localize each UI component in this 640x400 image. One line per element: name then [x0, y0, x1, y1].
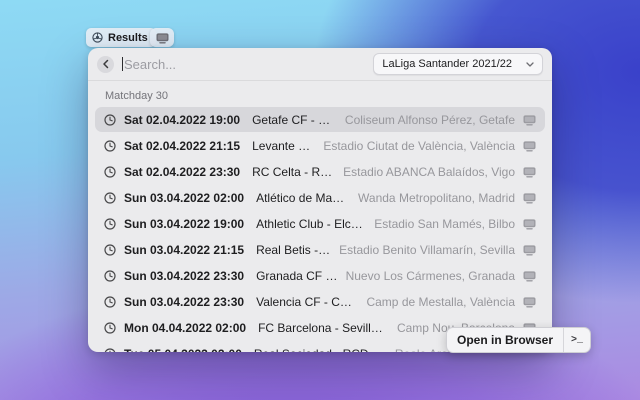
match-venue: Coliseum Alfonso Pérez, Getafe [344, 112, 515, 127]
match-datetime: Sun 03.04.2022 21:15 [124, 242, 245, 257]
desktop: { "tab": { "label": "Results" }, "search… [0, 0, 640, 400]
match-list: Sat 02.04.2022 19:00 Getafe CF - RCD Mal… [88, 107, 552, 352]
match-teams: Real Sociedad - RCD Espanyol de Barcelon… [254, 347, 387, 353]
match-teams: Levante UD - Villarreal CF [252, 138, 316, 153]
chevron-down-icon [526, 61, 534, 67]
terminal-shortcut-icon: >_ [571, 334, 584, 346]
tv-icon [523, 114, 536, 126]
match-row[interactable]: Sun 03.04.2022 02:00 Atlético de Madrid … [95, 185, 545, 210]
chevron-left-icon [102, 59, 108, 69]
results-tab-label: Results [108, 31, 148, 44]
tv-icon [523, 270, 536, 282]
back-button[interactable] [97, 55, 114, 73]
results-tab[interactable]: Results [86, 28, 156, 47]
soccer-icon [92, 32, 103, 43]
match-venue: Camp de Mestalla, València [366, 294, 515, 309]
match-teams: Athletic Club - Elche CF [256, 216, 366, 231]
match-row[interactable]: Sun 03.04.2022 23:30 Granada CF - Rayo V… [95, 263, 545, 288]
match-row[interactable]: Sat 02.04.2022 21:15 Levante UD - Villar… [95, 133, 545, 158]
clock-icon [104, 165, 116, 178]
tv-icon [523, 244, 536, 256]
match-venue: Estadio Ciutat de València, València [323, 138, 515, 153]
clock-icon [104, 269, 116, 282]
match-teams: RC Celta - Real Madrid [252, 164, 336, 179]
clock-icon [104, 191, 116, 204]
search-input[interactable] [123, 56, 374, 72]
match-datetime: Sun 03.04.2022 19:00 [124, 216, 245, 231]
match-datetime: Sun 03.04.2022 23:30 [124, 268, 245, 283]
tv-icon [523, 192, 536, 204]
tv-icon [523, 166, 536, 178]
clock-icon [104, 321, 116, 334]
match-teams: Valencia CF - Cádiz CF [256, 294, 358, 309]
match-row[interactable]: Sun 03.04.2022 19:00 Athletic Club - Elc… [95, 211, 545, 236]
match-datetime: Sun 03.04.2022 23:30 [124, 294, 245, 309]
clock-icon [104, 243, 116, 256]
match-venue: Nuevo Los Cármenes, Granada [345, 268, 515, 283]
match-teams: Granada CF - Rayo Vallecano [256, 268, 337, 283]
match-datetime: Sat 02.04.2022 23:30 [124, 164, 241, 179]
results-window: LaLiga Santander 2021/22 Matchday 30 Sat… [88, 48, 552, 352]
match-datetime: Sun 03.04.2022 02:00 [124, 190, 245, 205]
clock-icon [104, 217, 116, 230]
clock-icon [104, 113, 116, 126]
match-row[interactable]: Sat 02.04.2022 19:00 Getafe CF - RCD Mal… [95, 107, 545, 132]
match-datetime: Sat 02.04.2022 19:00 [124, 112, 241, 127]
match-row[interactable]: Sun 03.04.2022 23:30 Valencia CF - Cádiz… [95, 289, 545, 314]
match-teams: Getafe CF - RCD Mallorca [252, 112, 337, 127]
match-teams: Real Betis - CA Osasuna [256, 242, 331, 257]
tv-icon [523, 140, 536, 152]
tv-icon [523, 296, 536, 308]
match-venue: Estadio ABANCA Balaídos, Vigo [343, 164, 515, 179]
match-row[interactable]: Sat 02.04.2022 23:30 RC Celta - Real Mad… [95, 159, 545, 184]
league-dropdown[interactable]: LaLiga Santander 2021/22 [373, 53, 543, 75]
match-teams: Atlético de Madrid - Deportivo Alavés [256, 190, 351, 205]
match-datetime: Mon 04.04.2022 02:00 [124, 320, 247, 335]
match-venue: Wanda Metropolitano, Madrid [358, 190, 515, 205]
clock-icon [104, 139, 116, 152]
clock-icon [104, 295, 116, 308]
open-in-browser-label: Open in Browser [457, 333, 554, 347]
match-teams: FC Barcelona - Sevilla FC [258, 320, 389, 335]
tv-icon [523, 218, 536, 230]
match-venue: Estadio Benito Villamarín, Sevilla [339, 242, 515, 257]
tv-badge[interactable] [150, 28, 174, 47]
clock-icon [104, 347, 116, 352]
match-row[interactable]: Sun 03.04.2022 21:15 Real Betis - CA Osa… [95, 237, 545, 262]
tv-icon [156, 32, 169, 44]
open-in-browser-button[interactable]: Open in Browser >_ [446, 327, 592, 353]
section-title: Matchday 30 [105, 90, 168, 102]
match-datetime: Tue 05.04.2022 02:00 [124, 347, 242, 353]
match-datetime: Sat 02.04.2022 21:15 [124, 138, 241, 153]
league-dropdown-value: LaLiga Santander 2021/22 [382, 58, 512, 70]
search-bar: LaLiga Santander 2021/22 [88, 48, 552, 80]
match-venue: Estadio San Mamés, Bilbo [374, 216, 515, 231]
